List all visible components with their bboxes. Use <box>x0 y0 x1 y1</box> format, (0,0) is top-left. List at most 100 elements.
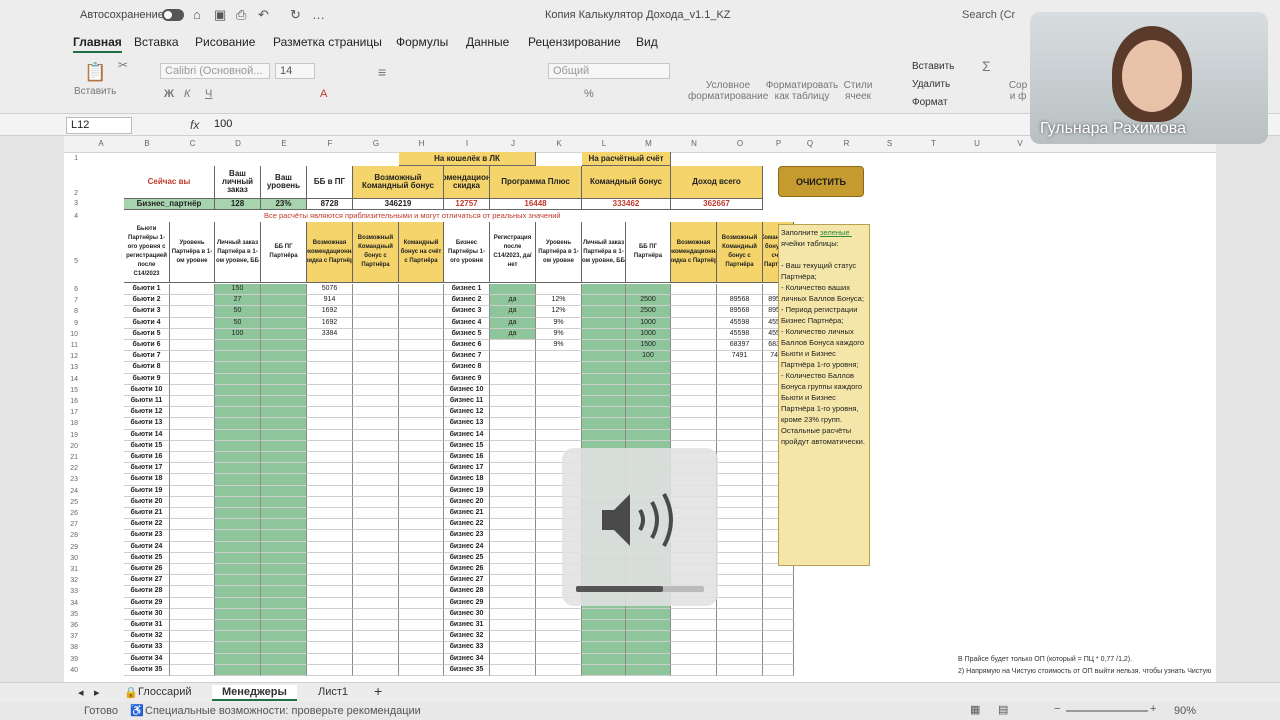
cell[interactable] <box>582 407 626 419</box>
cell[interactable] <box>536 418 582 430</box>
format-as-table-button[interactable]: Форматировать как таблицу <box>764 80 840 102</box>
cell[interactable] <box>261 586 307 598</box>
cell[interactable] <box>717 575 763 587</box>
cell[interactable]: 2500 <box>626 306 671 318</box>
cell[interactable] <box>399 564 444 576</box>
row-number[interactable]: 5 <box>64 258 78 265</box>
cell[interactable] <box>626 620 671 632</box>
normal-view-icon[interactable]: ▦ <box>970 703 980 716</box>
cell[interactable] <box>717 586 763 598</box>
cell[interactable] <box>717 418 763 430</box>
cell[interactable]: 1692 <box>307 317 353 329</box>
cell[interactable] <box>353 362 399 374</box>
column-letter[interactable]: R <box>826 139 867 148</box>
cell[interactable] <box>170 284 215 296</box>
cell[interactable]: бизнес 25 <box>444 552 490 564</box>
cell[interactable] <box>582 642 626 654</box>
cell[interactable] <box>353 586 399 598</box>
cell[interactable]: Уровень Партнёра в 1-ом уровне <box>536 222 582 283</box>
cell[interactable]: Командный бонус на счёт с Партнёра <box>399 222 444 283</box>
row-number[interactable]: 29 <box>64 544 78 551</box>
cell[interactable] <box>353 541 399 553</box>
cell[interactable] <box>490 463 536 475</box>
cell[interactable]: Сейчас вы <box>124 166 215 199</box>
row-number[interactable]: 12 <box>64 353 78 360</box>
cell[interactable]: бьюти 18 <box>124 474 170 486</box>
cell[interactable] <box>261 575 307 587</box>
tab-sheet1[interactable]: Лист1 <box>318 686 348 698</box>
cell[interactable] <box>307 418 353 430</box>
cell[interactable] <box>215 463 261 475</box>
cell[interactable] <box>717 474 763 486</box>
cell[interactable] <box>717 642 763 654</box>
cell[interactable]: бьюти 6 <box>124 340 170 352</box>
cell[interactable] <box>671 396 717 408</box>
row-number[interactable]: 9 <box>64 320 78 327</box>
row-number[interactable]: 38 <box>64 644 78 651</box>
undo-icon[interactable]: ↶ <box>258 7 269 23</box>
row-number[interactable]: 33 <box>64 588 78 595</box>
cell[interactable] <box>307 351 353 363</box>
cell[interactable] <box>170 485 215 497</box>
cell[interactable] <box>307 474 353 486</box>
cell[interactable]: 7491 <box>717 351 763 363</box>
cell[interactable] <box>307 396 353 408</box>
cell[interactable]: бизнес 10 <box>444 384 490 396</box>
cell[interactable]: 89568 <box>717 295 763 307</box>
cell[interactable] <box>170 396 215 408</box>
cell[interactable]: бьюти 31 <box>124 620 170 632</box>
cell[interactable] <box>582 328 626 340</box>
conditional-format-button[interactable]: Условное форматирование <box>688 80 768 102</box>
font-color-icon[interactable]: A <box>320 88 327 100</box>
cell[interactable] <box>536 373 582 385</box>
row-number[interactable]: 37 <box>64 633 78 640</box>
row-number[interactable]: 7 <box>64 297 78 304</box>
cell[interactable] <box>170 452 215 464</box>
cell[interactable] <box>307 485 353 497</box>
cell[interactable] <box>307 575 353 587</box>
cell[interactable] <box>261 508 307 520</box>
row-number[interactable]: 36 <box>64 622 78 629</box>
cell[interactable] <box>307 440 353 452</box>
cell[interactable]: 2500 <box>626 295 671 307</box>
fx-icon[interactable]: fx <box>190 118 199 132</box>
cell[interactable]: бьюти 30 <box>124 608 170 620</box>
cell[interactable] <box>353 496 399 508</box>
row-number[interactable]: 25 <box>64 499 78 506</box>
cell[interactable] <box>763 653 794 665</box>
cell[interactable] <box>399 653 444 665</box>
cell[interactable]: бизнес 14 <box>444 429 490 441</box>
row-number[interactable]: 4 <box>64 213 78 220</box>
cell[interactable]: Ваш уровень <box>261 166 307 199</box>
cell[interactable] <box>170 631 215 643</box>
cell[interactable]: бьюти 8 <box>124 362 170 374</box>
cell[interactable] <box>399 597 444 609</box>
cell[interactable] <box>307 340 353 352</box>
cell[interactable] <box>671 284 717 296</box>
cell[interactable] <box>582 631 626 643</box>
zoom-slider[interactable] <box>1066 710 1148 712</box>
cell[interactable] <box>490 373 536 385</box>
cell[interactable] <box>399 552 444 564</box>
cell[interactable] <box>353 440 399 452</box>
column-letter[interactable]: H <box>399 139 444 148</box>
cell[interactable] <box>717 362 763 374</box>
cell[interactable] <box>215 608 261 620</box>
cell[interactable]: бизнес 6 <box>444 340 490 352</box>
cell[interactable] <box>582 418 626 430</box>
paste-button[interactable]: Вставить <box>74 86 116 97</box>
cell[interactable] <box>717 564 763 576</box>
autosave-toggle[interactable] <box>162 9 184 21</box>
cell[interactable] <box>671 317 717 329</box>
cell[interactable] <box>536 642 582 654</box>
cell[interactable] <box>170 653 215 665</box>
cell[interactable]: 1000 <box>626 328 671 340</box>
cell[interactable] <box>261 328 307 340</box>
underline-icon[interactable]: Ч <box>205 88 212 100</box>
cell[interactable]: На кошелёк в ЛК <box>399 152 536 166</box>
cell[interactable] <box>170 340 215 352</box>
formula-input[interactable]: 100 <box>214 118 232 130</box>
cell[interactable]: бизнес 31 <box>444 620 490 632</box>
cell[interactable]: Личный заказ Партнёра в 1-ом уровне, ББ <box>582 222 626 283</box>
delete-cells-button[interactable]: Удалить <box>912 79 950 90</box>
